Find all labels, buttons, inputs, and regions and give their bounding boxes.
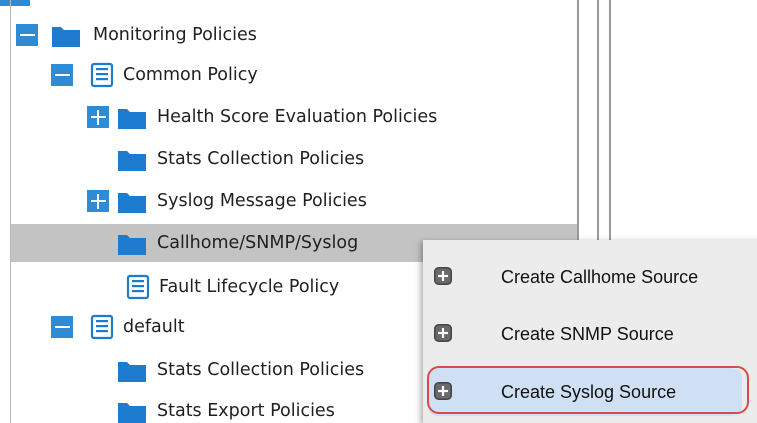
- expand-icon[interactable]: [87, 106, 109, 128]
- add-icon: [434, 324, 452, 342]
- tree-item-label: Fault Lifecycle Policy: [159, 277, 340, 297]
- menu-item-label: Create SNMP Source: [501, 324, 674, 344]
- tree-item-label: Monitoring Policies: [93, 25, 257, 45]
- policy-icon: [123, 274, 153, 300]
- tree-item-label: Common Policy: [123, 65, 258, 85]
- create-syslog-source-menu-item[interactable]: Create Syslog Source: [428, 368, 742, 416]
- collapse-icon[interactable]: [51, 64, 73, 86]
- tree-item-label: default: [123, 317, 185, 337]
- folder-icon: [117, 230, 147, 256]
- add-icon: [434, 382, 452, 400]
- clipped-toggle-icon: [0, 0, 30, 6]
- folder-icon: [117, 398, 147, 423]
- tree-item-monitoring-policies[interactable]: Monitoring Policies: [11, 16, 577, 54]
- collapse-icon[interactable]: [16, 24, 38, 46]
- folder-icon: [117, 146, 147, 172]
- policy-tree-screen: Monitoring Policies Common Policy Health…: [0, 0, 757, 423]
- add-icon: [434, 267, 452, 285]
- folder-icon: [51, 22, 81, 48]
- tree-item-syslog-message-policies[interactable]: Syslog Message Policies: [11, 182, 577, 220]
- folder-icon: [117, 188, 147, 214]
- tree-item-label: Health Score Evaluation Policies: [157, 107, 438, 127]
- tree-item-label: Syslog Message Policies: [157, 191, 367, 211]
- context-menu: Create Callhome Source Create SNMP Sourc…: [423, 240, 757, 423]
- tree-pane-border: [577, 0, 579, 240]
- create-snmp-source-menu-item[interactable]: Create SNMP Source: [423, 310, 757, 358]
- tree-item-label: Stats Export Policies: [157, 401, 335, 421]
- tree-item-label: Stats Collection Policies: [157, 149, 365, 169]
- folder-icon: [117, 357, 147, 383]
- tree-item-label: Stats Collection Policies: [157, 360, 365, 380]
- splitter-left-line: [597, 0, 599, 240]
- folder-icon: [117, 104, 147, 130]
- policy-icon: [87, 62, 117, 88]
- tree-item-stats-collection-policies[interactable]: Stats Collection Policies: [11, 140, 577, 178]
- expand-icon[interactable]: [87, 190, 109, 212]
- tree-item-common-policy[interactable]: Common Policy: [11, 56, 577, 94]
- menu-item-label: Create Callhome Source: [501, 267, 699, 287]
- policy-icon: [87, 314, 117, 340]
- tree-item-label: Callhome/SNMP/Syslog: [157, 233, 359, 253]
- collapse-icon[interactable]: [51, 316, 73, 338]
- tree-item-health-score-evaluation-policies[interactable]: Health Score Evaluation Policies: [11, 98, 577, 136]
- create-callhome-source-menu-item[interactable]: Create Callhome Source: [423, 253, 757, 301]
- menu-item-label: Create Syslog Source: [501, 382, 677, 402]
- splitter-right-line: [609, 0, 611, 240]
